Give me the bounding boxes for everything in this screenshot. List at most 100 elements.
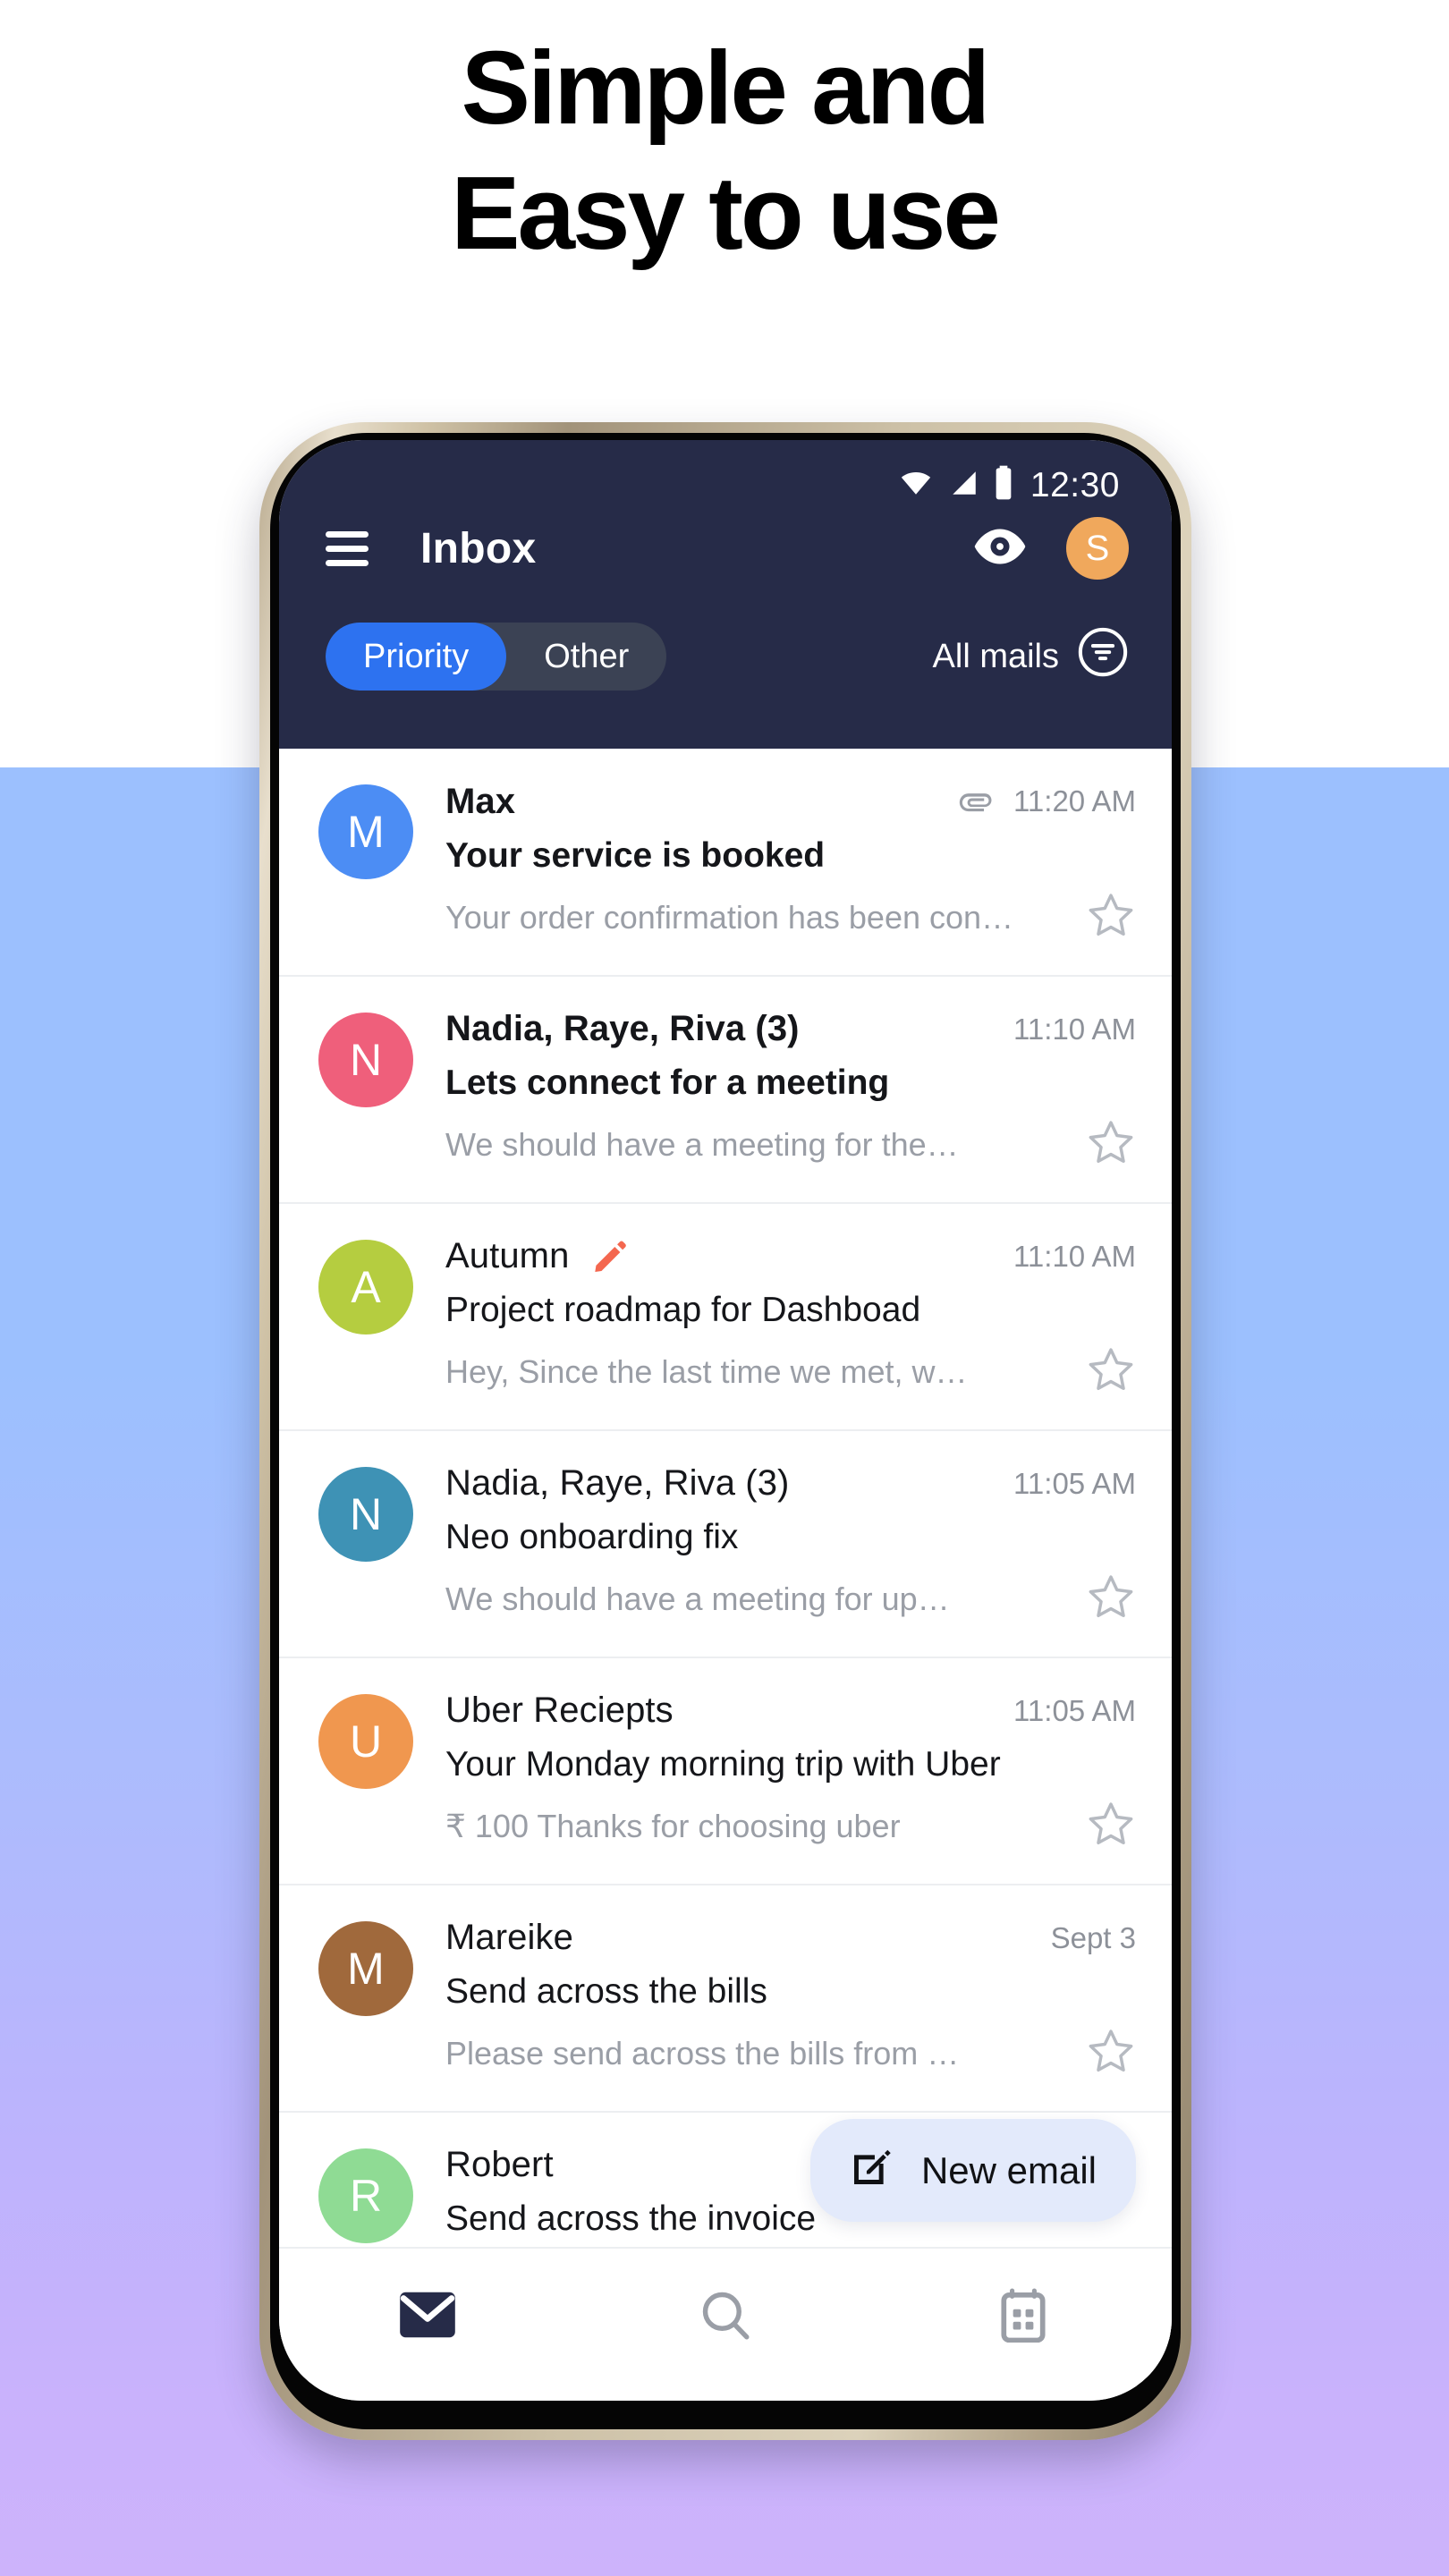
mail-subject: Send across the bills [445,1972,767,2011]
mail-subject: Neo onboarding fix [445,1518,739,1556]
mail-meta: 11:10 AM [1013,1013,1136,1046]
mail-preview: ₹ 100 Thanks for choosing uber [445,1807,901,1844]
mail-list-item[interactable]: M Max 11:20 AM Your service is booked Your o… [279,749,1172,977]
mail-preview-row: Please send across the bills from … [445,2026,1136,2080]
avatar[interactable]: A [318,1240,413,1335]
headline-line-2: Easy to use [451,155,1001,271]
hamburger-menu-icon[interactable] [326,530,369,566]
mail-content: Nadia, Raye, Riva (3) 11:05 AM Neo onboard… [445,1463,1136,1626]
mail-preview: Hey, Since the last time we met, w… [445,1352,968,1390]
app-top-bar: Inbox S [279,492,1172,605]
nav-item-calendar[interactable] [943,2267,1104,2366]
cellular-signal-icon [946,468,982,503]
mail-list-item[interactable]: A Autumn 11:10 AM Project roadmap for Dashb… [279,1204,1172,1431]
mail-timestamp: 11:10 AM [1013,1239,1136,1273]
attachment-icon [956,781,997,822]
mail-header-row: Nadia, Raye, Riva (3) 11:05 AM [445,1463,1136,1504]
mail-list-item[interactable]: M Mareike Sept 3 Send across the bills Pleas… [279,1885,1172,2113]
tab-priority[interactable]: Priority [326,623,507,691]
top-bar-actions: S [973,517,1129,580]
mail-content: Uber Reciepts 11:05 AM Your Monday morning… [445,1690,1136,1853]
mail-meta: 11:05 AM [1013,1467,1136,1501]
mail-preview: Please send across the bills from … [445,2034,960,2072]
battery-icon [993,465,1014,505]
star-icon[interactable] [1068,1572,1136,1626]
segmented-control: Priority Other [326,623,667,691]
mail-timestamp: Sept 3 [1050,1920,1136,1954]
star-icon[interactable] [1068,1799,1136,1853]
all-mails-label: All mails [932,637,1059,675]
mail-content: Nadia, Raye, Riva (3) 11:10 AM Lets connec… [445,1009,1136,1172]
mail-sender: Uber Reciepts [445,1690,674,1730]
avatar[interactable]: M [318,1921,413,2016]
mail-timestamp: 11:20 AM [1013,784,1136,818]
avatar[interactable]: M [318,784,413,879]
status-bar-time: 12:30 [1030,465,1120,504]
phone-mockup: 12:30 Inbox S Priority Other All mails M… [259,422,1191,2440]
avatar[interactable]: S [1066,517,1129,580]
mail-timestamp: 11:05 AM [1013,1466,1136,1500]
mail-list-item[interactable]: N Nadia, Raye, Riva (3) 11:05 AM Neo onboar… [279,1431,1172,1658]
mail-sender: Mareike [445,1918,573,1957]
eye-icon[interactable] [973,527,1027,571]
avatar-initial: M [347,1944,385,1994]
avatar-initial: U [349,1716,383,1767]
avatar-initial: N [349,1489,383,1539]
headline-line-1: Simple and [461,30,991,146]
avatar[interactable]: R [318,2148,413,2243]
phone-screen: 12:30 Inbox S Priority Other All mails M… [279,440,1172,2401]
nav-item-mail[interactable] [347,2267,508,2366]
mail-subject: Your service is booked [445,836,826,875]
star-icon[interactable] [1068,2026,1136,2080]
mail-sender: Nadia, Raye, Riva (3) [445,1463,790,1503]
star-icon[interactable] [1068,1344,1136,1399]
mail-header-row: Autumn 11:10 AM [445,1236,1136,1276]
mail-preview-row: ₹ 100 Thanks for choosing uber [445,1799,1136,1853]
mail-preview: We should have a meeting for up… [445,1580,950,1617]
mail-meta: 11:10 AM [1013,1240,1136,1274]
new-email-fab[interactable]: New email [809,2119,1136,2222]
mail-preview: Your order confirmation has been con… [445,898,1014,936]
mail-header-row: Max 11:20 AM [445,781,1136,822]
avatar-initial: A [351,1262,381,1312]
avatar[interactable]: N [318,1013,413,1107]
new-email-label: New email [920,2148,1097,2191]
all-mails-filter[interactable]: All mails [933,626,1129,687]
mail-icon [397,2290,458,2344]
mail-content: Max 11:20 AM Your service is booked Your or… [445,781,1136,945]
page-title: Inbox [420,524,537,572]
mail-timestamp: 11:05 AM [1013,1693,1136,1727]
mail-meta: Sept 3 [1051,1921,1136,1955]
mail-preview: We should have a meeting for the… [445,1125,959,1163]
filter-icon [1077,626,1129,687]
mail-list-item[interactable]: U Uber Reciepts 11:05 AM Your Monday mornin… [279,1658,1172,1885]
star-icon[interactable] [1068,890,1136,945]
search-icon [698,2287,753,2347]
avatar-initial: N [349,1035,383,1085]
tab-other[interactable]: Other [506,623,666,691]
app-header: 12:30 Inbox S Priority Other All mails [279,440,1172,749]
avatar-initial: M [347,807,385,857]
avatar[interactable]: U [318,1694,413,1789]
mail-header-row: Uber Reciepts 11:05 AM [445,1690,1136,1731]
promo-headline: Simple and Easy to use [0,36,1449,265]
avatar[interactable]: N [318,1467,413,1562]
draft-pencil-icon [590,1237,630,1276]
avatar-initial: R [349,2171,383,2221]
status-bar: 12:30 [279,440,1172,503]
mail-subject: Lets connect for a meeting [445,1063,890,1102]
mail-timestamp: 11:10 AM [1013,1012,1136,1046]
mail-list-item[interactable]: N Nadia, Raye, Riva (3) 11:10 AM Lets conne… [279,977,1172,1204]
mail-sender: Robert [445,2145,554,2184]
star-icon[interactable] [1068,1117,1136,1172]
compose-icon [846,2144,894,2197]
mail-header-row: Nadia, Raye, Riva (3) 11:10 AM [445,1009,1136,1049]
mail-preview-row: Your order confirmation has been con… [445,890,1136,945]
mail-preview-row: We should have a meeting for up… [445,1572,1136,1626]
mail-sender: Nadia, Raye, Riva (3) [445,1009,800,1048]
filter-bar: Priority Other All mails [279,605,1172,708]
mail-preview-row: We should have a meeting for the… [445,1117,1136,1172]
nav-item-search[interactable] [645,2267,806,2366]
avatar-initial: S [1085,528,1110,568]
mail-content: Autumn 11:10 AM Project roadmap for Dashbo… [445,1236,1136,1399]
